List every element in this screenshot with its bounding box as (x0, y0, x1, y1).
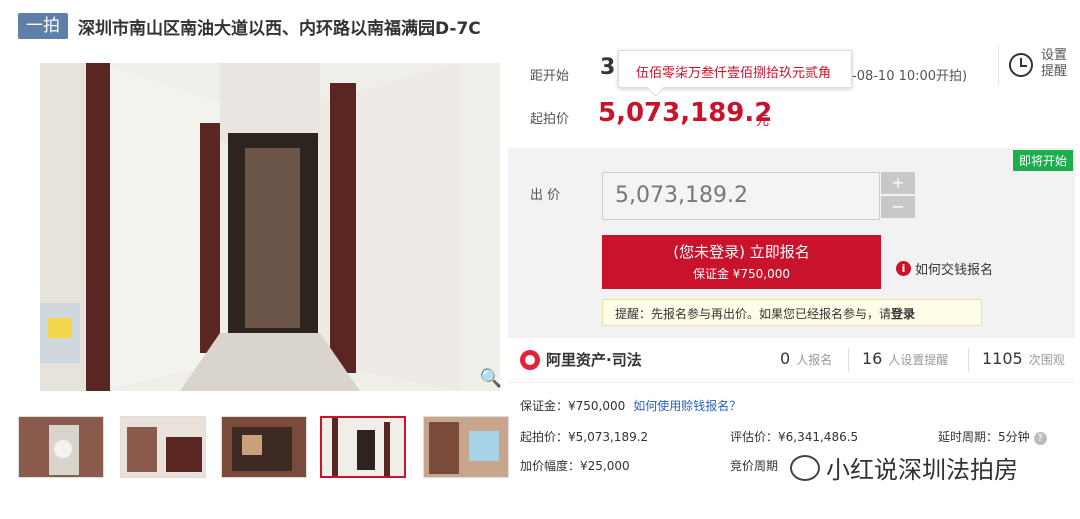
countdown-value: 3 (600, 55, 616, 80)
start-price-label: 起拍价 (530, 112, 570, 127)
login-reminder: 提醒：先报名参与再出价。如果您已经报名参与，请登录 (602, 299, 982, 326)
property-title: 深圳市南山区南油大道以西、内环路以南福满园D-7C (78, 18, 481, 39)
how-to-pay-link[interactable]: i 如何交钱报名 (896, 259, 993, 278)
start-price-value: 5,073,189.2 (598, 98, 773, 128)
auction-round-badge: 一拍 (18, 13, 68, 39)
divider (848, 349, 849, 371)
deposit-info: 保证金：¥750,000 如何使用赊钱报名？ (520, 397, 741, 414)
thumbnail-image (19, 417, 103, 477)
detail-appraisal: 评估价：¥6,341,486.5 (730, 430, 859, 444)
thumbnail-image (424, 417, 508, 477)
detail-increment: 加价幅度：¥25,000 (520, 459, 630, 473)
bid-area: 即将开始 出 价 5,073,189.2 + − (您未登录) 立即报名 保证金… (508, 148, 1075, 338)
bid-amount-input[interactable]: 5,073,189.2 (602, 172, 880, 220)
deposit-help-link[interactable]: 如何使用赊钱报名？ (633, 399, 741, 413)
reminder-count-label: 人设置提醒 (888, 353, 949, 367)
register-button-label: (您未登录) 立即报名 (673, 243, 810, 261)
thumbnail-2[interactable] (120, 416, 206, 478)
reminder-text: 提醒：先报名参与再出价。如果您已经报名参与，请 (615, 307, 892, 321)
thumbnail-5[interactable] (423, 416, 509, 478)
login-link[interactable]: 登录 (891, 307, 915, 321)
view-count: 1105 次围观 (982, 349, 1065, 368)
bid-label: 出 价 (530, 188, 561, 203)
alarm-clock-icon (1009, 53, 1033, 77)
thumbnail-image (322, 418, 404, 476)
detail-start-price: 起拍价：¥5,073,189.2 (520, 430, 649, 444)
thumbnail-image (222, 417, 306, 477)
how-to-pay-label: 如何交钱报名 (915, 263, 994, 278)
ali-logo-icon (520, 349, 540, 370)
thumbnail-1[interactable] (18, 416, 104, 478)
auction-header: 一拍 深圳市南山区南油大道以西、内环路以南福满园D-7C (18, 11, 481, 41)
reminder-num: 16 (862, 349, 883, 368)
registered-count: 0 人报名 (780, 349, 832, 368)
zoom-icon[interactable]: 🔍 (480, 368, 502, 389)
countdown-label: 距开始 (530, 69, 570, 84)
thumbnail-image (121, 417, 205, 477)
wechat-icon (790, 454, 820, 481)
status-badge: 即将开始 (1012, 150, 1073, 171)
deposit-text: 保证金：¥750,000 (520, 399, 626, 413)
ali-assets-logo: 阿里资产·司法 (520, 349, 642, 370)
detail-delay: 延时周期：5分钟? (938, 428, 1047, 445)
delay-text: 延时周期：5分钟 (938, 430, 1030, 444)
detail-auction-period: 竞价周期 (730, 459, 779, 473)
hallway-photo-illustration (40, 63, 500, 391)
info-icon: i (896, 261, 911, 276)
help-icon[interactable]: ? (1033, 432, 1047, 445)
registered-num: 0 (780, 349, 791, 368)
view-num: 1105 (982, 349, 1023, 368)
watermark-text: 小红说深圳法拍房 (826, 456, 1018, 484)
divider (968, 349, 969, 371)
ali-brand-name: 阿里资产·司法 (546, 351, 642, 369)
registered-label: 人报名 (796, 353, 833, 367)
main-photo (40, 63, 500, 391)
thumbnail-3[interactable] (221, 416, 307, 478)
reminder-count: 16 人设置提醒 (862, 349, 948, 368)
increase-bid-button[interactable]: + (881, 172, 915, 194)
register-now-button[interactable]: (您未登录) 立即报名 保证金 ¥750,000 (602, 235, 881, 289)
thumbnail-4-selected[interactable] (320, 416, 406, 478)
deposit-amount-label: 保证金 ¥750,000 (692, 267, 791, 281)
price-in-words-tooltip: 伍佰零柒万叁仟壹佰捌拾玖元贰角 (618, 50, 852, 88)
ali-assets-bar: 阿里资产·司法 0 人报名 16 人设置提醒 1105 次围观 (508, 338, 1075, 383)
set-reminder-label: 设置提醒 (1041, 48, 1068, 79)
main-photo-viewer[interactable]: 🔍 (18, 63, 508, 393)
watermark: 小红说深圳法拍房 (790, 450, 1018, 485)
decrease-bid-button[interactable]: − (881, 196, 915, 218)
set-reminder-button[interactable]: 设置提醒 (998, 45, 1078, 85)
view-label: 次围观 (1028, 353, 1065, 367)
thumbnail-strip (18, 416, 509, 478)
start-time: -08-10 10:00开拍) (852, 69, 968, 84)
start-price-unit: 元 (756, 114, 770, 129)
